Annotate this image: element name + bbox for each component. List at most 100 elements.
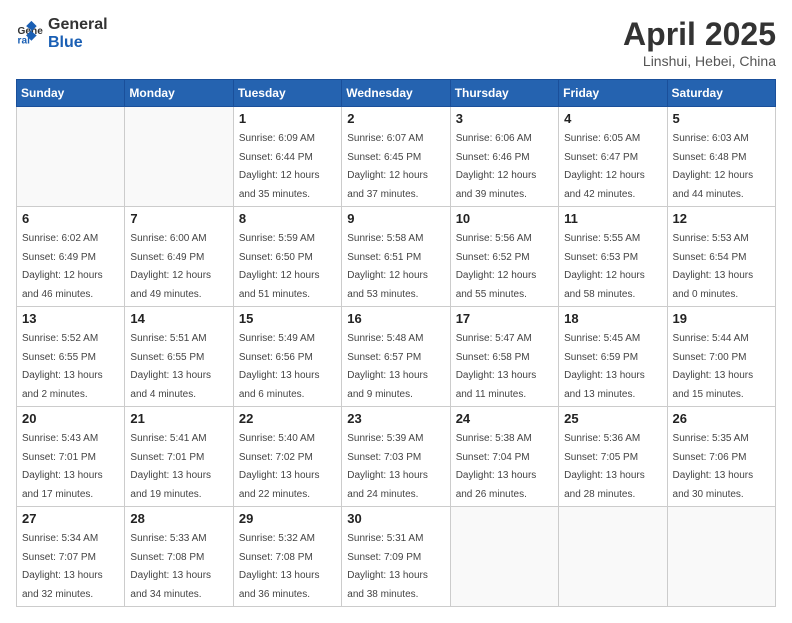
day-cell: 10 Sunrise: 5:56 AMSunset: 6:52 PMDaylig… [450,207,558,307]
day-info: Sunrise: 5:39 AMSunset: 7:03 PMDaylight:… [347,433,428,500]
day-cell: 3 Sunrise: 6:06 AMSunset: 6:46 PMDayligh… [450,107,558,207]
day-number: 13 [22,311,119,326]
weekday-header-sunday: Sunday [17,80,125,107]
day-cell: 14 Sunrise: 5:51 AMSunset: 6:55 PMDaylig… [125,307,233,407]
week-row-3: 13 Sunrise: 5:52 AMSunset: 6:55 PMDaylig… [17,307,776,407]
day-cell: 18 Sunrise: 5:45 AMSunset: 6:59 PMDaylig… [559,307,667,407]
day-number: 27 [22,511,119,526]
day-info: Sunrise: 5:51 AMSunset: 6:55 PMDaylight:… [130,333,211,400]
day-cell: 8 Sunrise: 5:59 AMSunset: 6:50 PMDayligh… [233,207,341,307]
day-cell: 30 Sunrise: 5:31 AMSunset: 7:09 PMDaylig… [342,507,450,607]
day-number: 1 [239,111,336,126]
day-info: Sunrise: 5:32 AMSunset: 7:08 PMDaylight:… [239,533,320,600]
day-number: 15 [239,311,336,326]
weekday-header-friday: Friday [559,80,667,107]
logo: Gene ral General Blue [16,16,108,52]
day-info: Sunrise: 6:06 AMSunset: 6:46 PMDaylight:… [456,133,537,200]
week-row-5: 27 Sunrise: 5:34 AMSunset: 7:07 PMDaylig… [17,507,776,607]
day-number: 16 [347,311,444,326]
day-number: 11 [564,211,661,226]
day-info: Sunrise: 5:44 AMSunset: 7:00 PMDaylight:… [673,333,754,400]
day-cell: 21 Sunrise: 5:41 AMSunset: 7:01 PMDaylig… [125,407,233,507]
day-number: 4 [564,111,661,126]
day-number: 17 [456,311,553,326]
day-number: 21 [130,411,227,426]
day-info: Sunrise: 5:56 AMSunset: 6:52 PMDaylight:… [456,233,537,300]
day-number: 9 [347,211,444,226]
day-info: Sunrise: 5:31 AMSunset: 7:09 PMDaylight:… [347,533,428,600]
day-cell: 4 Sunrise: 6:05 AMSunset: 6:47 PMDayligh… [559,107,667,207]
day-cell: 24 Sunrise: 5:38 AMSunset: 7:04 PMDaylig… [450,407,558,507]
day-cell: 19 Sunrise: 5:44 AMSunset: 7:00 PMDaylig… [667,307,775,407]
day-number: 19 [673,311,770,326]
calendar-table: SundayMondayTuesdayWednesdayThursdayFrid… [16,79,776,607]
day-info: Sunrise: 6:00 AMSunset: 6:49 PMDaylight:… [130,233,211,300]
day-info: Sunrise: 5:41 AMSunset: 7:01 PMDaylight:… [130,433,211,500]
day-info: Sunrise: 5:45 AMSunset: 6:59 PMDaylight:… [564,333,645,400]
day-number: 22 [239,411,336,426]
day-number: 10 [456,211,553,226]
week-row-4: 20 Sunrise: 5:43 AMSunset: 7:01 PMDaylig… [17,407,776,507]
day-cell [667,507,775,607]
weekday-header-wednesday: Wednesday [342,80,450,107]
day-number: 14 [130,311,227,326]
week-row-1: 1 Sunrise: 6:09 AMSunset: 6:44 PMDayligh… [17,107,776,207]
day-info: Sunrise: 6:03 AMSunset: 6:48 PMDaylight:… [673,133,754,200]
day-cell: 17 Sunrise: 5:47 AMSunset: 6:58 PMDaylig… [450,307,558,407]
day-cell: 1 Sunrise: 6:09 AMSunset: 6:44 PMDayligh… [233,107,341,207]
day-number: 29 [239,511,336,526]
day-cell [559,507,667,607]
day-number: 18 [564,311,661,326]
day-cell: 12 Sunrise: 5:53 AMSunset: 6:54 PMDaylig… [667,207,775,307]
day-number: 24 [456,411,553,426]
day-info: Sunrise: 5:58 AMSunset: 6:51 PMDaylight:… [347,233,428,300]
day-cell: 5 Sunrise: 6:03 AMSunset: 6:48 PMDayligh… [667,107,775,207]
day-number: 26 [673,411,770,426]
day-info: Sunrise: 5:34 AMSunset: 7:07 PMDaylight:… [22,533,103,600]
day-info: Sunrise: 5:59 AMSunset: 6:50 PMDaylight:… [239,233,320,300]
day-cell: 2 Sunrise: 6:07 AMSunset: 6:45 PMDayligh… [342,107,450,207]
day-number: 2 [347,111,444,126]
generalblue-logo-icon: Gene ral [16,20,44,48]
day-number: 23 [347,411,444,426]
day-info: Sunrise: 5:33 AMSunset: 7:08 PMDaylight:… [130,533,211,600]
day-info: Sunrise: 5:55 AMSunset: 6:53 PMDaylight:… [564,233,645,300]
day-number: 28 [130,511,227,526]
day-cell: 27 Sunrise: 5:34 AMSunset: 7:07 PMDaylig… [17,507,125,607]
day-cell: 26 Sunrise: 5:35 AMSunset: 7:06 PMDaylig… [667,407,775,507]
day-cell [125,107,233,207]
day-cell [17,107,125,207]
day-number: 20 [22,411,119,426]
logo-general-text: Gene [48,16,88,33]
day-cell: 11 Sunrise: 5:55 AMSunset: 6:53 PMDaylig… [559,207,667,307]
day-number: 25 [564,411,661,426]
day-info: Sunrise: 5:53 AMSunset: 6:54 PMDaylight:… [673,233,754,300]
day-info: Sunrise: 6:05 AMSunset: 6:47 PMDaylight:… [564,133,645,200]
day-info: Sunrise: 6:07 AMSunset: 6:45 PMDaylight:… [347,133,428,200]
day-info: Sunrise: 5:40 AMSunset: 7:02 PMDaylight:… [239,433,320,500]
day-info: Sunrise: 6:02 AMSunset: 6:49 PMDaylight:… [22,233,103,300]
day-info: Sunrise: 5:47 AMSunset: 6:58 PMDaylight:… [456,333,537,400]
day-info: Sunrise: 5:35 AMSunset: 7:06 PMDaylight:… [673,433,754,500]
weekday-header-tuesday: Tuesday [233,80,341,107]
weekday-header-monday: Monday [125,80,233,107]
weekday-header-thursday: Thursday [450,80,558,107]
day-cell: 28 Sunrise: 5:33 AMSunset: 7:08 PMDaylig… [125,507,233,607]
day-cell: 16 Sunrise: 5:48 AMSunset: 6:57 PMDaylig… [342,307,450,407]
day-cell: 29 Sunrise: 5:32 AMSunset: 7:08 PMDaylig… [233,507,341,607]
logo-ral-text: ral [88,16,108,33]
day-number: 5 [673,111,770,126]
day-cell: 23 Sunrise: 5:39 AMSunset: 7:03 PMDaylig… [342,407,450,507]
day-cell: 15 Sunrise: 5:49 AMSunset: 6:56 PMDaylig… [233,307,341,407]
day-cell: 20 Sunrise: 5:43 AMSunset: 7:01 PMDaylig… [17,407,125,507]
week-row-2: 6 Sunrise: 6:02 AMSunset: 6:49 PMDayligh… [17,207,776,307]
day-number: 7 [130,211,227,226]
day-info: Sunrise: 5:49 AMSunset: 6:56 PMDaylight:… [239,333,320,400]
day-number: 12 [673,211,770,226]
day-number: 8 [239,211,336,226]
day-cell: 6 Sunrise: 6:02 AMSunset: 6:49 PMDayligh… [17,207,125,307]
header: Gene ral General Blue April 2025 Linshui… [16,16,776,69]
weekday-header-row: SundayMondayTuesdayWednesdayThursdayFrid… [17,80,776,107]
day-cell: 13 Sunrise: 5:52 AMSunset: 6:55 PMDaylig… [17,307,125,407]
title-area: April 2025 Linshui, Hebei, China [623,16,776,69]
